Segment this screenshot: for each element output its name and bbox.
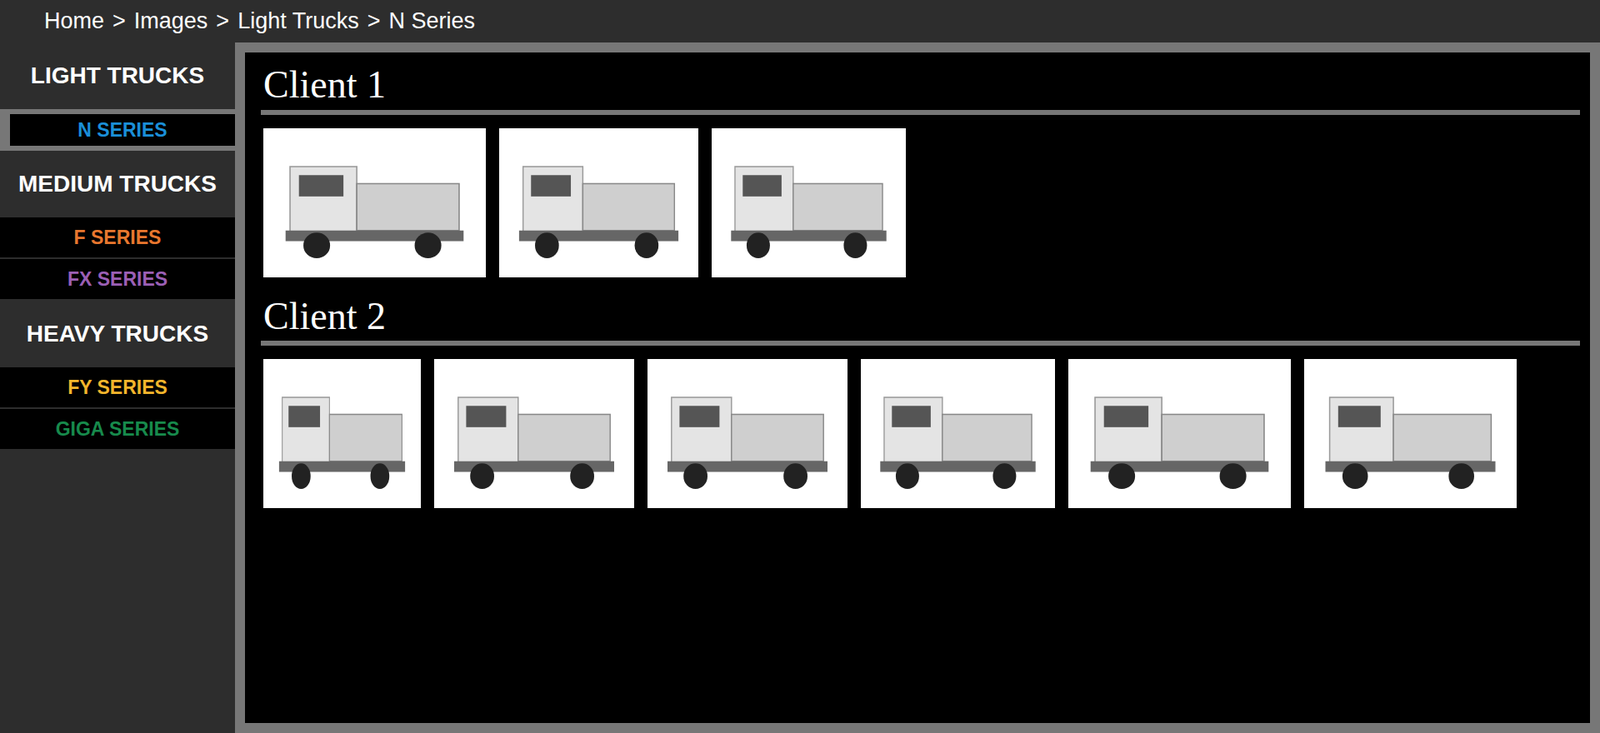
photo-image-icon: [434, 359, 635, 509]
sidebar-item[interactable]: FY SERIES: [0, 367, 235, 410]
breadcrumb-separator: >: [367, 8, 381, 35]
photo-gallery: [263, 128, 1580, 278]
photo-image-icon: [499, 128, 699, 278]
section-divider: [260, 340, 1580, 346]
section-divider: [260, 110, 1580, 115]
photo-thumbnail[interactable]: [263, 359, 421, 509]
photo-image-icon: [647, 359, 848, 509]
sidebar-header: HEAVY TRUCKS: [0, 300, 235, 368]
breadcrumb-separator: >: [215, 8, 230, 35]
sidebar-item[interactable]: F SERIES: [0, 217, 235, 260]
sidebar-item-label[interactable]: GIGA SERIES: [55, 418, 180, 441]
breadcrumb-separator: >: [112, 8, 126, 35]
photo-thumbnail[interactable]: [1304, 359, 1517, 509]
photo-gallery: [263, 359, 1580, 509]
breadcrumb: Home>Images>Light Trucks>N Series: [0, 0, 1600, 43]
breadcrumb-item[interactable]: Light Trucks: [237, 8, 360, 35]
photo-image-icon: [263, 359, 421, 509]
content-area: LIGHT TRUCKS N SERIES MEDIUM TRUCKS F SERIE…: [0, 42, 1600, 733]
photo-image-icon: [860, 359, 1055, 509]
photo-image-icon: [1068, 359, 1291, 509]
sidebar-header: MEDIUM TRUCKS: [0, 150, 235, 218]
section-title: Client 1: [263, 64, 1580, 110]
sidebar-item-label[interactable]: FY SERIES: [67, 376, 168, 400]
gallery-panel: Client 1 Client 2: [235, 42, 1600, 733]
photo-image-icon: [711, 128, 906, 278]
sidebar-item-label[interactable]: FX SERIES: [67, 268, 168, 291]
sidebar-item[interactable]: FX SERIES: [0, 259, 235, 301]
photo-thumbnail[interactable]: [499, 128, 699, 278]
photo-thumbnail[interactable]: [647, 359, 848, 509]
photo-image-icon: [263, 128, 486, 278]
breadcrumb-item[interactable]: Images: [134, 8, 209, 35]
photo-thumbnail[interactable]: [860, 359, 1055, 509]
photo-thumbnail[interactable]: [711, 128, 906, 278]
photo-thumbnail[interactable]: [263, 128, 486, 278]
photo-thumbnail[interactable]: [434, 359, 635, 509]
sidebar-header: LIGHT TRUCKS: [0, 42, 235, 110]
photo-thumbnail[interactable]: [1068, 359, 1291, 509]
sidebar-item-label[interactable]: N SERIES: [77, 119, 167, 142]
sidebar-item[interactable]: N SERIES: [0, 109, 235, 151]
sidebar-item-inner: N SERIES: [10, 114, 235, 146]
sidebar-item[interactable]: GIGA SERIES: [0, 409, 235, 451]
sidebar: LIGHT TRUCKS N SERIES MEDIUM TRUCKS F SERIE…: [0, 42, 235, 733]
photo-image-icon: [1304, 359, 1517, 509]
breadcrumb-item[interactable]: Home: [44, 8, 105, 35]
sidebar-item-label[interactable]: F SERIES: [74, 226, 162, 250]
breadcrumb-item: N Series: [388, 8, 475, 35]
section-title: Client 2: [263, 295, 1580, 342]
